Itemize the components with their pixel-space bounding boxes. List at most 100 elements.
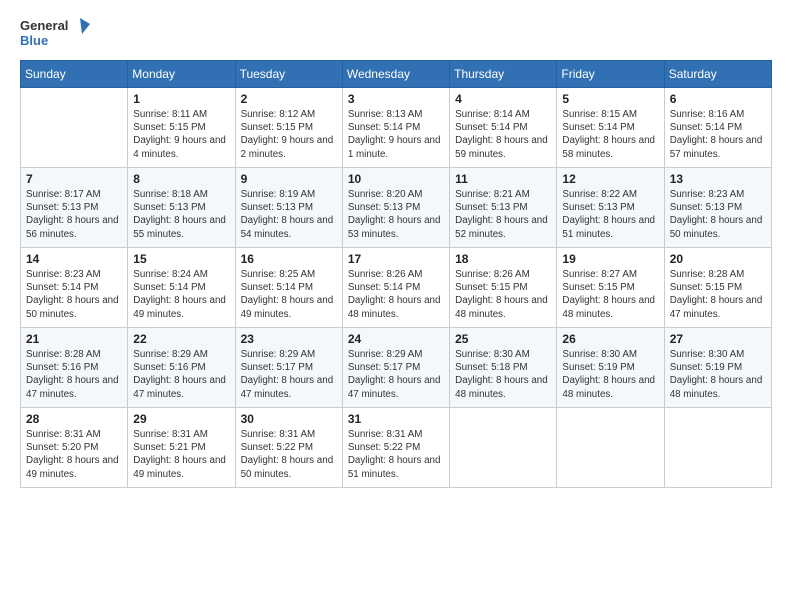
calendar-cell: 12Sunrise: 8:22 AM Sunset: 5:13 PM Dayli… <box>557 168 664 248</box>
day-info: Sunrise: 8:13 AM Sunset: 5:14 PM Dayligh… <box>348 108 444 161</box>
day-number: 8 <box>133 172 229 186</box>
day-number: 9 <box>241 172 337 186</box>
weekday-header-monday: Monday <box>128 61 235 88</box>
day-number: 4 <box>455 92 551 106</box>
calendar-cell: 5 Sunrise: 8:15 AM Sunset: 5:14 PM Daylig… <box>557 88 664 168</box>
day-info: Sunrise: 8:22 AM Sunset: 5:13 PM Dayligh… <box>562 188 658 241</box>
day-info: Sunrise: 8:30 AM Sunset: 5:18 PM Dayligh… <box>455 348 551 401</box>
week-row-5: 28 Sunrise: 8:31 AM Sunset: 5:20 PM Dayli… <box>21 408 772 488</box>
day-number: 24 <box>348 332 444 346</box>
calendar-cell: 29 Sunrise: 8:31 AM Sunset: 5:21 PM Dayli… <box>128 408 235 488</box>
calendar-cell <box>664 408 771 488</box>
calendar-cell: 9Sunrise: 8:19 AM Sunset: 5:13 PM Daylig… <box>235 168 342 248</box>
weekday-header-sunday: Sunday <box>21 61 128 88</box>
day-number: 27 <box>670 332 766 346</box>
day-info: Sunrise: 8:16 AM Sunset: 5:14 PM Dayligh… <box>670 108 766 161</box>
day-number: 16 <box>241 252 337 266</box>
day-info: Sunrise: 8:20 AM Sunset: 5:13 PM Dayligh… <box>348 188 444 241</box>
day-number: 5 <box>562 92 658 106</box>
calendar-cell: 4 Sunrise: 8:14 AM Sunset: 5:14 PM Daylig… <box>450 88 557 168</box>
day-info: Sunrise: 8:23 AM Sunset: 5:13 PM Dayligh… <box>670 188 766 241</box>
day-info: Sunrise: 8:25 AM Sunset: 5:14 PM Dayligh… <box>241 268 337 321</box>
day-info: Sunrise: 8:26 AM Sunset: 5:15 PM Dayligh… <box>455 268 551 321</box>
weekday-header-thursday: Thursday <box>450 61 557 88</box>
day-number: 22 <box>133 332 229 346</box>
weekday-header-row: SundayMondayTuesdayWednesdayThursdayFrid… <box>21 61 772 88</box>
day-number: 2 <box>241 92 337 106</box>
day-number: 7 <box>26 172 122 186</box>
calendar-cell: 17Sunrise: 8:26 AM Sunset: 5:14 PM Dayli… <box>342 248 449 328</box>
day-number: 23 <box>241 332 337 346</box>
calendar-cell: 1Sunrise: 8:11 AM Sunset: 5:15 PM Daylig… <box>128 88 235 168</box>
calendar-cell: 20Sunrise: 8:28 AM Sunset: 5:15 PM Dayli… <box>664 248 771 328</box>
weekday-header-tuesday: Tuesday <box>235 61 342 88</box>
weekday-header-wednesday: Wednesday <box>342 61 449 88</box>
logo-svg: General Blue <box>20 16 90 50</box>
day-info: Sunrise: 8:12 AM Sunset: 5:15 PM Dayligh… <box>241 108 337 161</box>
day-number: 25 <box>455 332 551 346</box>
calendar-cell: 23Sunrise: 8:29 AM Sunset: 5:17 PM Dayli… <box>235 328 342 408</box>
logo-area: General Blue <box>20 16 90 50</box>
calendar-cell: 18 Sunrise: 8:26 AM Sunset: 5:15 PM Dayli… <box>450 248 557 328</box>
header: General Blue <box>20 16 772 50</box>
day-number: 30 <box>241 412 337 426</box>
day-info: Sunrise: 8:30 AM Sunset: 5:19 PM Dayligh… <box>670 348 766 401</box>
day-number: 6 <box>670 92 766 106</box>
calendar-cell: 16 Sunrise: 8:25 AM Sunset: 5:14 PM Dayli… <box>235 248 342 328</box>
calendar-cell: 13 Sunrise: 8:23 AM Sunset: 5:13 PM Dayli… <box>664 168 771 248</box>
calendar-cell: 11 Sunrise: 8:21 AM Sunset: 5:13 PM Dayli… <box>450 168 557 248</box>
week-row-3: 14 Sunrise: 8:23 AM Sunset: 5:14 PM Dayli… <box>21 248 772 328</box>
day-info: Sunrise: 8:29 AM Sunset: 5:17 PM Dayligh… <box>348 348 444 401</box>
calendar-cell: 19 Sunrise: 8:27 AM Sunset: 5:15 PM Dayli… <box>557 248 664 328</box>
day-info: Sunrise: 8:31 AM Sunset: 5:22 PM Dayligh… <box>348 428 444 481</box>
page: General Blue SundayMondayTuesdayWednesda… <box>0 0 792 612</box>
day-info: Sunrise: 8:11 AM Sunset: 5:15 PM Dayligh… <box>133 108 229 161</box>
day-info: Sunrise: 8:14 AM Sunset: 5:14 PM Dayligh… <box>455 108 551 161</box>
calendar-cell <box>21 88 128 168</box>
calendar-cell: 26 Sunrise: 8:30 AM Sunset: 5:19 PM Dayli… <box>557 328 664 408</box>
day-number: 3 <box>348 92 444 106</box>
calendar-cell: 27 Sunrise: 8:30 AM Sunset: 5:19 PM Dayli… <box>664 328 771 408</box>
calendar-cell: 6 Sunrise: 8:16 AM Sunset: 5:14 PM Daylig… <box>664 88 771 168</box>
calendar-cell: 10Sunrise: 8:20 AM Sunset: 5:13 PM Dayli… <box>342 168 449 248</box>
day-number: 29 <box>133 412 229 426</box>
day-number: 26 <box>562 332 658 346</box>
day-info: Sunrise: 8:26 AM Sunset: 5:14 PM Dayligh… <box>348 268 444 321</box>
svg-text:Blue: Blue <box>20 33 48 48</box>
day-number: 21 <box>26 332 122 346</box>
calendar-cell: 8 Sunrise: 8:18 AM Sunset: 5:13 PM Daylig… <box>128 168 235 248</box>
day-info: Sunrise: 8:28 AM Sunset: 5:16 PM Dayligh… <box>26 348 122 401</box>
day-number: 13 <box>670 172 766 186</box>
calendar-table: SundayMondayTuesdayWednesdayThursdayFrid… <box>20 60 772 488</box>
calendar-cell: 15Sunrise: 8:24 AM Sunset: 5:14 PM Dayli… <box>128 248 235 328</box>
day-info: Sunrise: 8:31 AM Sunset: 5:20 PM Dayligh… <box>26 428 122 481</box>
day-number: 11 <box>455 172 551 186</box>
weekday-header-friday: Friday <box>557 61 664 88</box>
day-info: Sunrise: 8:21 AM Sunset: 5:13 PM Dayligh… <box>455 188 551 241</box>
day-info: Sunrise: 8:31 AM Sunset: 5:21 PM Dayligh… <box>133 428 229 481</box>
calendar-cell: 2 Sunrise: 8:12 AM Sunset: 5:15 PM Daylig… <box>235 88 342 168</box>
day-number: 14 <box>26 252 122 266</box>
day-info: Sunrise: 8:24 AM Sunset: 5:14 PM Dayligh… <box>133 268 229 321</box>
calendar-cell: 30 Sunrise: 8:31 AM Sunset: 5:22 PM Dayli… <box>235 408 342 488</box>
day-number: 18 <box>455 252 551 266</box>
logo: General Blue <box>20 16 90 50</box>
week-row-2: 7 Sunrise: 8:17 AM Sunset: 5:13 PM Daylig… <box>21 168 772 248</box>
day-info: Sunrise: 8:17 AM Sunset: 5:13 PM Dayligh… <box>26 188 122 241</box>
calendar-cell: 3 Sunrise: 8:13 AM Sunset: 5:14 PM Daylig… <box>342 88 449 168</box>
calendar-cell: 22 Sunrise: 8:29 AM Sunset: 5:16 PM Dayli… <box>128 328 235 408</box>
day-info: Sunrise: 8:31 AM Sunset: 5:22 PM Dayligh… <box>241 428 337 481</box>
day-info: Sunrise: 8:27 AM Sunset: 5:15 PM Dayligh… <box>562 268 658 321</box>
calendar-cell: 14 Sunrise: 8:23 AM Sunset: 5:14 PM Dayli… <box>21 248 128 328</box>
day-info: Sunrise: 8:29 AM Sunset: 5:16 PM Dayligh… <box>133 348 229 401</box>
day-info: Sunrise: 8:28 AM Sunset: 5:15 PM Dayligh… <box>670 268 766 321</box>
day-number: 19 <box>562 252 658 266</box>
day-number: 28 <box>26 412 122 426</box>
weekday-header-saturday: Saturday <box>664 61 771 88</box>
day-info: Sunrise: 8:30 AM Sunset: 5:19 PM Dayligh… <box>562 348 658 401</box>
day-info: Sunrise: 8:18 AM Sunset: 5:13 PM Dayligh… <box>133 188 229 241</box>
calendar-cell <box>450 408 557 488</box>
day-info: Sunrise: 8:23 AM Sunset: 5:14 PM Dayligh… <box>26 268 122 321</box>
week-row-1: 1Sunrise: 8:11 AM Sunset: 5:15 PM Daylig… <box>21 88 772 168</box>
day-info: Sunrise: 8:15 AM Sunset: 5:14 PM Dayligh… <box>562 108 658 161</box>
